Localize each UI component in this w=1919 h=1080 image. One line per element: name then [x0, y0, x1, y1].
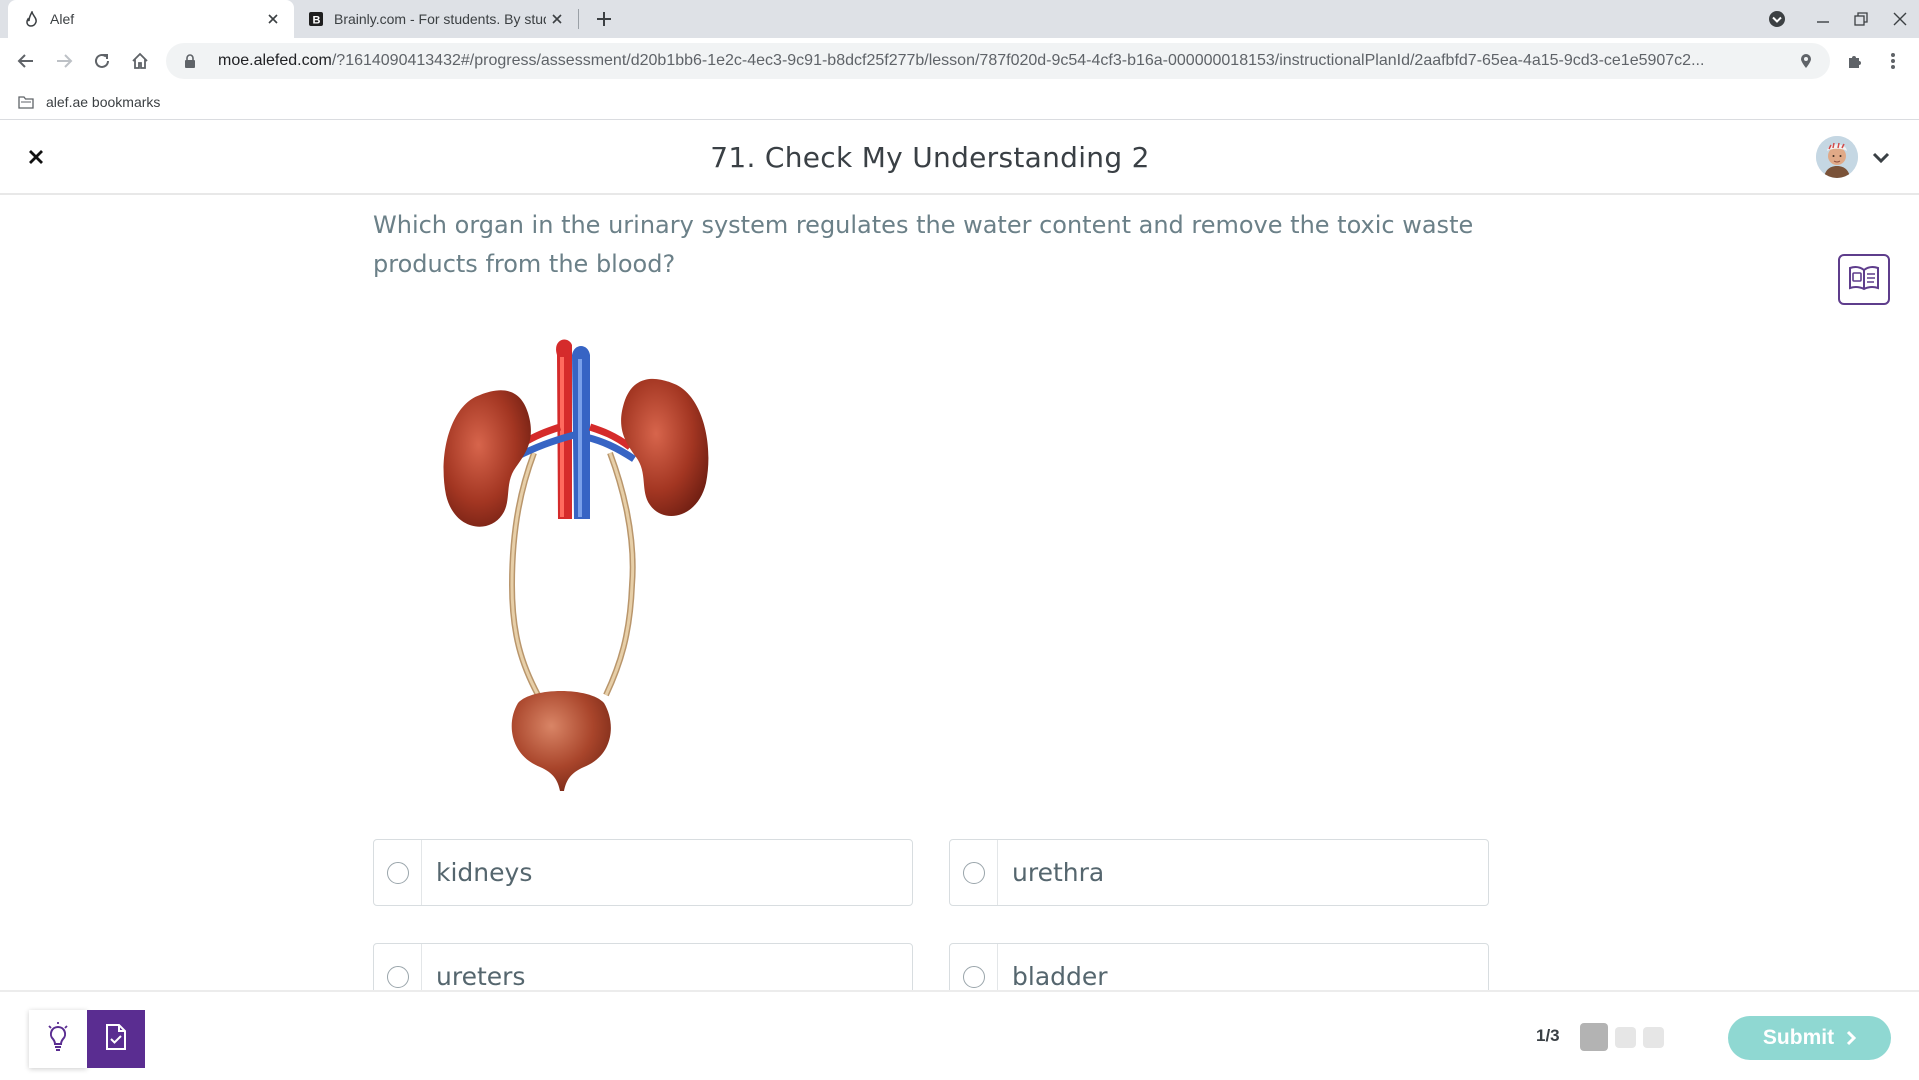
option-radio[interactable] — [962, 965, 985, 988]
brainly-favicon-icon: B — [308, 11, 324, 27]
page-title: 71. Check My Understanding 2 — [710, 141, 1150, 174]
glossary-book-icon — [1848, 263, 1880, 296]
tab-close-icon[interactable] — [546, 8, 568, 30]
option-kidneys[interactable]: kidneys — [373, 839, 913, 906]
back-icon[interactable] — [12, 47, 40, 75]
radio-cell — [374, 840, 422, 905]
forward-icon[interactable] — [50, 47, 78, 75]
option-label: bladder — [1012, 962, 1108, 991]
minimize-icon[interactable] — [1804, 0, 1842, 38]
location-icon[interactable] — [1796, 53, 1816, 69]
lock-icon[interactable] — [182, 54, 198, 68]
option-radio[interactable] — [386, 861, 409, 884]
submit-button[interactable]: Submit — [1728, 1016, 1891, 1060]
glossary-button[interactable] — [1838, 254, 1890, 305]
bookmark-folder-alef[interactable]: alef.ae bookmarks — [46, 94, 160, 110]
tab-close-icon[interactable] — [262, 8, 284, 30]
reload-icon[interactable] — [88, 47, 116, 75]
progress-step — [1643, 1027, 1664, 1048]
lesson-header: 71. Check My Understanding 2 — [0, 121, 1919, 195]
window-close-icon[interactable] — [1881, 0, 1919, 38]
option-label: urethra — [1012, 858, 1105, 887]
url-text: moe.alefed.com/?1614090413432#/progress/… — [218, 52, 1705, 69]
progress-step-current — [1580, 1023, 1608, 1051]
urinary-system-image — [440, 335, 712, 797]
address-bar[interactable]: moe.alefed.com/?1614090413432#/progress/… — [166, 43, 1830, 79]
svg-text:B: B — [313, 15, 321, 27]
page-indicator: 1/3 — [1536, 1026, 1560, 1045]
tab-alef[interactable]: Alef — [8, 0, 294, 38]
tab-separator — [578, 9, 579, 29]
folder-icon — [18, 95, 34, 109]
restore-icon[interactable] — [1842, 0, 1880, 38]
lesson-footer: 1/3 Submit — [0, 990, 1919, 1080]
lightbulb-hint-icon — [47, 1021, 69, 1057]
notes-button[interactable] — [87, 1010, 145, 1068]
option-label: kidneys — [436, 858, 533, 887]
alef-favicon-icon — [24, 11, 40, 27]
option-label: ureters — [436, 962, 526, 991]
tab-search-icon[interactable] — [1758, 0, 1796, 38]
option-radio[interactable] — [386, 965, 409, 988]
browser-menu-icon[interactable] — [1879, 47, 1907, 75]
bookmarks-bar: alef.ae bookmarks — [0, 84, 1919, 120]
chevron-down-icon[interactable] — [1868, 145, 1894, 171]
home-icon[interactable] — [126, 47, 154, 75]
tab-title: Brainly.com - For students. By students. — [334, 11, 546, 27]
new-tab-icon[interactable] — [592, 7, 616, 31]
browser-tabstrip: Alef B Brainly.com - For students. By st… — [0, 0, 1919, 38]
option-urethra[interactable]: urethra — [949, 839, 1489, 906]
chevron-right-icon — [1846, 1030, 1857, 1046]
browser-toolbar: moe.alefed.com/?1614090413432#/progress/… — [0, 38, 1919, 84]
radio-cell — [950, 840, 998, 905]
tab-title: Alef — [50, 11, 75, 27]
option-radio[interactable] — [962, 861, 985, 884]
avatar[interactable] — [1816, 136, 1858, 178]
question-text: Which organ in the urinary system regula… — [373, 211, 1474, 278]
tab-brainly[interactable]: B Brainly.com - For students. By student… — [296, 0, 578, 38]
notes-document-icon — [105, 1023, 127, 1055]
submit-label: Submit — [1762, 1026, 1835, 1049]
extensions-icon[interactable] — [1841, 47, 1869, 75]
progress-step — [1615, 1027, 1636, 1048]
hint-button[interactable] — [29, 1010, 87, 1068]
